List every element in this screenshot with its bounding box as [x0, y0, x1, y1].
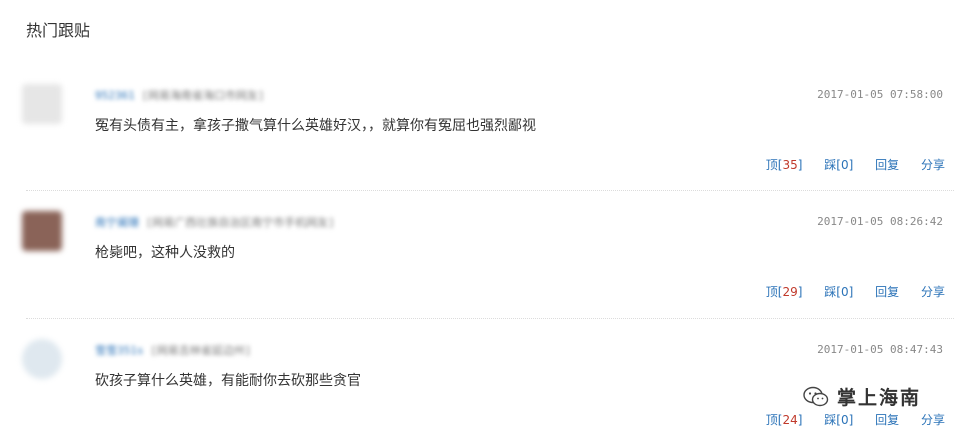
timestamp: 2017-01-05 08:26:42	[817, 215, 943, 228]
reply-button[interactable]: 回复	[875, 285, 899, 299]
avatar[interactable]	[22, 84, 62, 124]
comment-text: 枪毙吧，这种人没救的	[95, 245, 235, 261]
upvote-button[interactable]: 顶[35]	[766, 158, 803, 172]
wechat-icon	[803, 386, 829, 406]
user-name[interactable]: 雪雪351s	[95, 344, 144, 357]
comment-actions: 顶[29] 踩[0] 回复 分享	[748, 283, 945, 300]
timestamp: 2017-01-05 08:47:43	[817, 343, 943, 356]
watermark: 掌上海南	[803, 383, 921, 410]
reply-button[interactable]: 回复	[875, 158, 899, 172]
downvote-button[interactable]: 踩[0]	[824, 158, 853, 172]
comment-text: 冤有头债有主，拿孩子撒气算什么英雄好汉，，就算你有冤屈也强烈鄙视	[95, 118, 536, 134]
upvote-button[interactable]: 顶[24]	[766, 413, 803, 427]
reply-button[interactable]: 回复	[875, 413, 899, 427]
upvote-button[interactable]: 顶[29]	[766, 285, 803, 299]
user-location: [网易海南省海口市网友]	[141, 89, 265, 102]
user-location: [网易吉林省延边州]	[150, 344, 252, 357]
user-location: [网易广西壮族自治区南宁市手机网友]	[145, 216, 335, 229]
timestamp: 2017-01-05 07:58:00	[817, 88, 943, 101]
user-line: 雪雪351s [网易吉林省延边州]	[95, 342, 251, 358]
share-button[interactable]: 分享	[921, 158, 945, 172]
share-button[interactable]: 分享	[921, 285, 945, 299]
watermark-text: 掌上海南	[837, 387, 922, 409]
section-title: 热门跟贴	[26, 21, 91, 40]
avatar[interactable]	[22, 339, 62, 379]
user-line: 952361 [网易海南省海口市网友]	[95, 87, 265, 103]
downvote-button[interactable]: 踩[0]	[824, 285, 853, 299]
comment-item: 南宁阑珊 [网易广西壮族自治区南宁市手机网友] 2017-01-05 08:26…	[0, 191, 963, 319]
downvote-button[interactable]: 踩[0]	[824, 413, 853, 427]
comment-actions: 顶[24] 踩[0] 回复 分享	[748, 411, 945, 428]
user-line: 南宁阑珊 [网易广西壮族自治区南宁市手机网友]	[95, 214, 335, 230]
comment-text: 砍孩子算什么英雄，有能耐你去砍那些贪官	[95, 373, 361, 389]
avatar[interactable]	[22, 211, 62, 251]
comment-actions: 顶[35] 踩[0] 回复 分享	[748, 156, 945, 173]
user-name[interactable]: 952361	[95, 89, 135, 102]
user-name[interactable]: 南宁阑珊	[95, 216, 139, 229]
share-button[interactable]: 分享	[921, 413, 945, 427]
comment-item: 952361 [网易海南省海口市网友] 2017-01-05 07:58:00 …	[0, 64, 963, 192]
